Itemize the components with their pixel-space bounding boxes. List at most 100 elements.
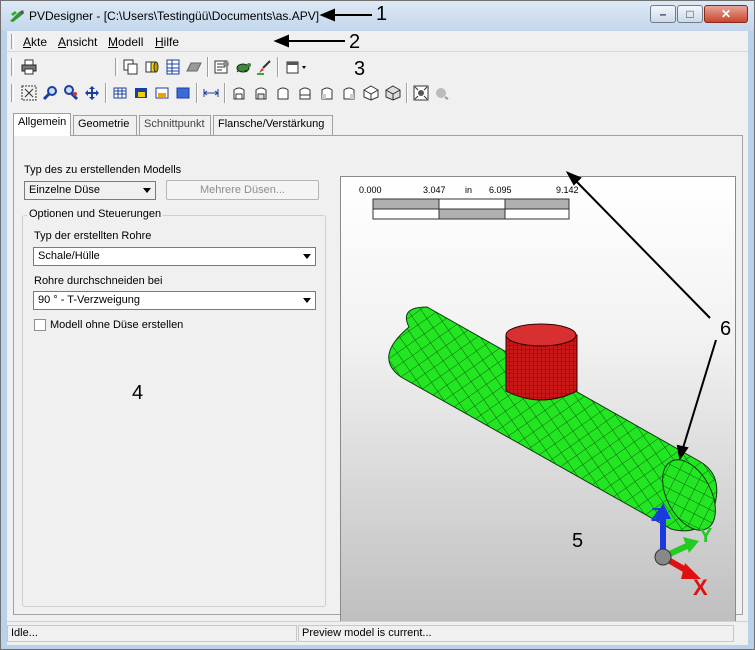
- callout-1: 1: [376, 3, 388, 25]
- chevron-down-icon: [303, 298, 311, 303]
- view-bottom-button[interactable]: [295, 83, 315, 103]
- pipe-type-select[interactable]: Schale/Hülle: [33, 247, 316, 266]
- toolbar-grip[interactable]: [11, 58, 14, 76]
- status-right: Preview model is current...: [298, 625, 734, 642]
- turtle-icon: [236, 63, 251, 73]
- tab-schnittpunkt[interactable]: Schnittpunkt: [139, 115, 211, 135]
- view-wire-icon: [113, 87, 127, 99]
- menu-hilfe[interactable]: Hilfe: [155, 35, 179, 49]
- refresh-icon: [436, 88, 449, 100]
- menu-label: odell: [118, 35, 144, 49]
- zoom-person-icon: [64, 85, 79, 101]
- axis-z-label: Z: [651, 505, 662, 525]
- model-type-value: Einzelne Düse: [29, 184, 100, 196]
- brush-icon: [257, 60, 271, 75]
- dimension-icon: [203, 89, 219, 97]
- menu-akte[interactable]: Akte: [23, 35, 47, 49]
- properties-button[interactable]: [212, 57, 232, 77]
- close-icon: ✕: [720, 7, 732, 21]
- cut-pipes-select[interactable]: 90 ° - T-Verzweigung: [33, 291, 316, 310]
- scale-bar: [372, 198, 570, 220]
- menu-bar: Akte Ansicht Modell Hilfe: [7, 31, 748, 52]
- view-solid-icon: [135, 88, 147, 98]
- pan-button[interactable]: [82, 83, 102, 103]
- tab-allgemein[interactable]: Allgemein: [13, 113, 71, 136]
- copy-icon: [123, 59, 138, 75]
- options-groupbox: [22, 215, 326, 607]
- view-left-icon: [321, 87, 333, 100]
- pipe-type-value: Schale/Hülle: [38, 250, 100, 262]
- callout-2: 2: [349, 31, 361, 53]
- select-button[interactable]: [19, 83, 39, 103]
- view-shaded-button[interactable]: [173, 83, 193, 103]
- zoom-button[interactable]: [40, 83, 60, 103]
- window-title: PVDesigner - [C:\Users\Testingüü\Documen…: [29, 9, 320, 23]
- toolbar-grip[interactable]: [115, 58, 118, 76]
- tab-geometrie[interactable]: Geometrie: [73, 115, 137, 135]
- menu-ansicht[interactable]: Ansicht: [58, 35, 97, 49]
- no-nozzle-checkbox[interactable]: [34, 319, 46, 331]
- toolbar-separator: [406, 83, 408, 103]
- properties-icon: [214, 60, 229, 74]
- view-iso-button[interactable]: [361, 83, 381, 103]
- tab-flansche-verstaerkung[interactable]: Flansche/Verstärkung: [213, 115, 333, 135]
- view-right-button[interactable]: [339, 83, 359, 103]
- client-area: Akte Ansicht Modell Hilfe Allgemein Geom…: [7, 31, 748, 645]
- turtle-button[interactable]: [233, 57, 253, 77]
- minimize-icon: –: [659, 7, 667, 21]
- view-hidden-button[interactable]: [152, 83, 172, 103]
- half-cylinder-button[interactable]: [142, 57, 162, 77]
- menu-mnemonic: A: [58, 35, 67, 49]
- print-icon: [21, 59, 37, 75]
- view-top-icon: [277, 87, 289, 100]
- toolbar-separator: [224, 83, 226, 103]
- maximize-icon: □: [686, 7, 694, 21]
- view-left-button[interactable]: [317, 83, 337, 103]
- toolbar-separator: [207, 57, 209, 77]
- menu-grip[interactable]: [11, 34, 14, 49]
- tab-panel-allgemein: Typ des zu erstellenden Modells Einzelne…: [13, 135, 743, 640]
- view-bottom-icon: [299, 87, 311, 100]
- view-back-button[interactable]: [251, 83, 271, 103]
- axis-y-label: Y: [699, 525, 713, 547]
- layout-dropdown-button[interactable]: [283, 57, 311, 77]
- fit-button[interactable]: [411, 83, 431, 103]
- view-hidden-icon: [155, 87, 169, 99]
- view-top-button[interactable]: [273, 83, 293, 103]
- model-type-select[interactable]: Einzelne Düse: [24, 181, 156, 200]
- dimension-button[interactable]: [201, 83, 221, 103]
- toolbar-grip[interactable]: [11, 84, 14, 102]
- plate-button[interactable]: [184, 57, 204, 77]
- chevron-down-icon: [303, 254, 311, 259]
- table-button[interactable]: [163, 57, 183, 77]
- toolbar-separator: [105, 83, 107, 103]
- view-solid-button[interactable]: [131, 83, 151, 103]
- no-nozzle-checkbox-label: Modell ohne Düse erstellen: [50, 319, 184, 331]
- brush-button[interactable]: [254, 57, 274, 77]
- copy-button[interactable]: [121, 57, 141, 77]
- menu-label: kte: [31, 35, 48, 49]
- view-right-icon: [343, 87, 355, 100]
- callout-6: 6: [720, 318, 732, 340]
- view-iso2-button[interactable]: [383, 83, 403, 103]
- zoom-person-button[interactable]: [61, 83, 81, 103]
- model-preview-viewport[interactable]: 0.000 3.047 in 6.095 9.142 Z Y X: [340, 176, 736, 640]
- chevron-down-icon: [143, 188, 151, 193]
- half-cylinder-icon: [145, 61, 159, 73]
- view-front-icon: [233, 87, 245, 100]
- select-icon: [21, 85, 37, 101]
- minimize-button[interactable]: –: [650, 5, 676, 23]
- menu-label: nsicht: [66, 35, 98, 49]
- close-button[interactable]: ✕: [704, 5, 748, 23]
- view-shaded-icon: [176, 87, 190, 99]
- refresh-button[interactable]: [432, 83, 452, 103]
- menu-modell[interactable]: Modell: [108, 35, 143, 49]
- menu-mnemonic: A: [23, 35, 32, 49]
- view-wire-button[interactable]: [110, 83, 130, 103]
- fit-icon: [413, 85, 429, 101]
- print-button[interactable]: [19, 57, 39, 77]
- table-icon: [166, 59, 180, 75]
- view-front-button[interactable]: [229, 83, 249, 103]
- multiple-nozzles-button[interactable]: Mehrere Düsen...: [166, 180, 319, 200]
- maximize-button[interactable]: □: [677, 5, 703, 23]
